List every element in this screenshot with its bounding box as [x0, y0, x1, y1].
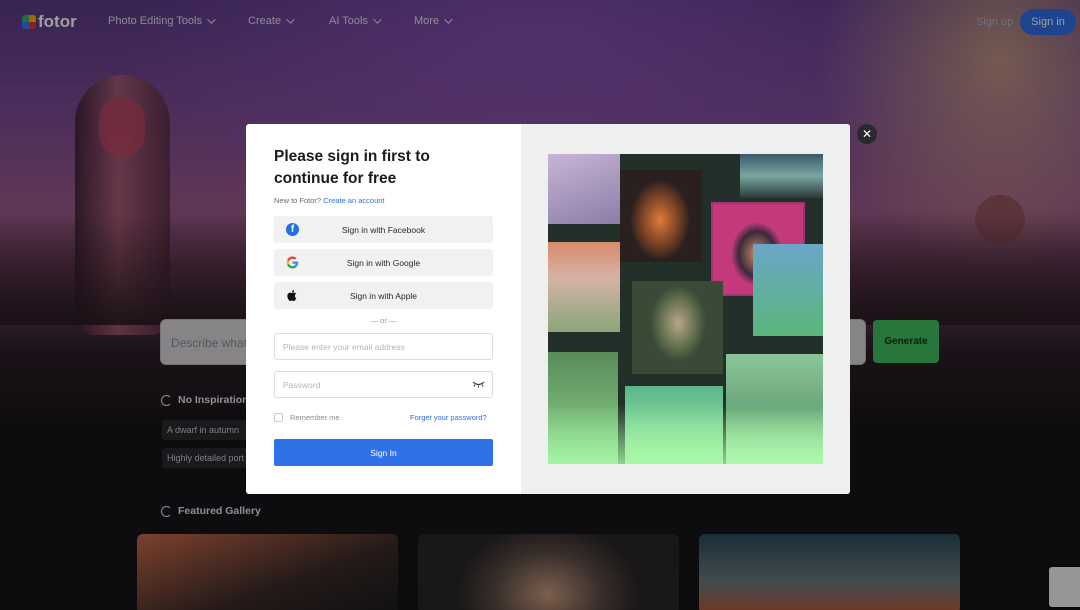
email-field[interactable]	[274, 333, 493, 360]
eye-closed-icon[interactable]	[472, 380, 485, 388]
google-label: Sign in with Google	[346, 257, 421, 268]
apple-icon	[287, 289, 297, 301]
new-user-text: New to Fotor?	[274, 196, 322, 205]
ai-art-collage	[548, 154, 823, 464]
collage-fade	[548, 404, 823, 464]
apple-label: Sign in with Apple	[349, 290, 418, 301]
rabbit-image	[548, 242, 620, 332]
facebook-signin-button[interactable]: f Sign in with Facebook	[274, 216, 493, 243]
remember-me-label[interactable]: Remember me	[290, 413, 340, 422]
remember-me-checkbox[interactable]	[274, 413, 283, 422]
modal-title: Please sign in first to continue for fre…	[274, 148, 430, 187]
forgot-password-link[interactable]: Forget your password?	[410, 413, 487, 422]
astronaut-image	[548, 154, 620, 224]
warrior-woman-image	[632, 281, 723, 374]
signin-submit-button[interactable]: Sign In	[274, 439, 493, 466]
facebook-label: Sign in with Facebook	[341, 224, 426, 235]
city-image	[740, 154, 823, 198]
facebook-icon: f	[286, 223, 299, 236]
create-account-line: New to Fotor? Create an account	[274, 196, 385, 205]
close-modal-button[interactable]: ✕	[857, 124, 877, 144]
apple-signin-button[interactable]: Sign in with Apple	[274, 282, 493, 309]
create-account-link[interactable]: Create an account	[323, 196, 384, 205]
signin-modal: Please sign in first to continue for fre…	[246, 124, 850, 494]
password-field[interactable]	[274, 371, 493, 398]
or-separator: — or —	[370, 316, 397, 325]
landscape-image	[753, 244, 823, 336]
signin-form-panel: Please sign in first to continue for fre…	[246, 124, 521, 494]
fox-image	[620, 170, 702, 262]
google-signin-button[interactable]: Sign in with Google	[274, 249, 493, 276]
google-icon	[286, 256, 299, 269]
promo-panel	[521, 124, 850, 494]
